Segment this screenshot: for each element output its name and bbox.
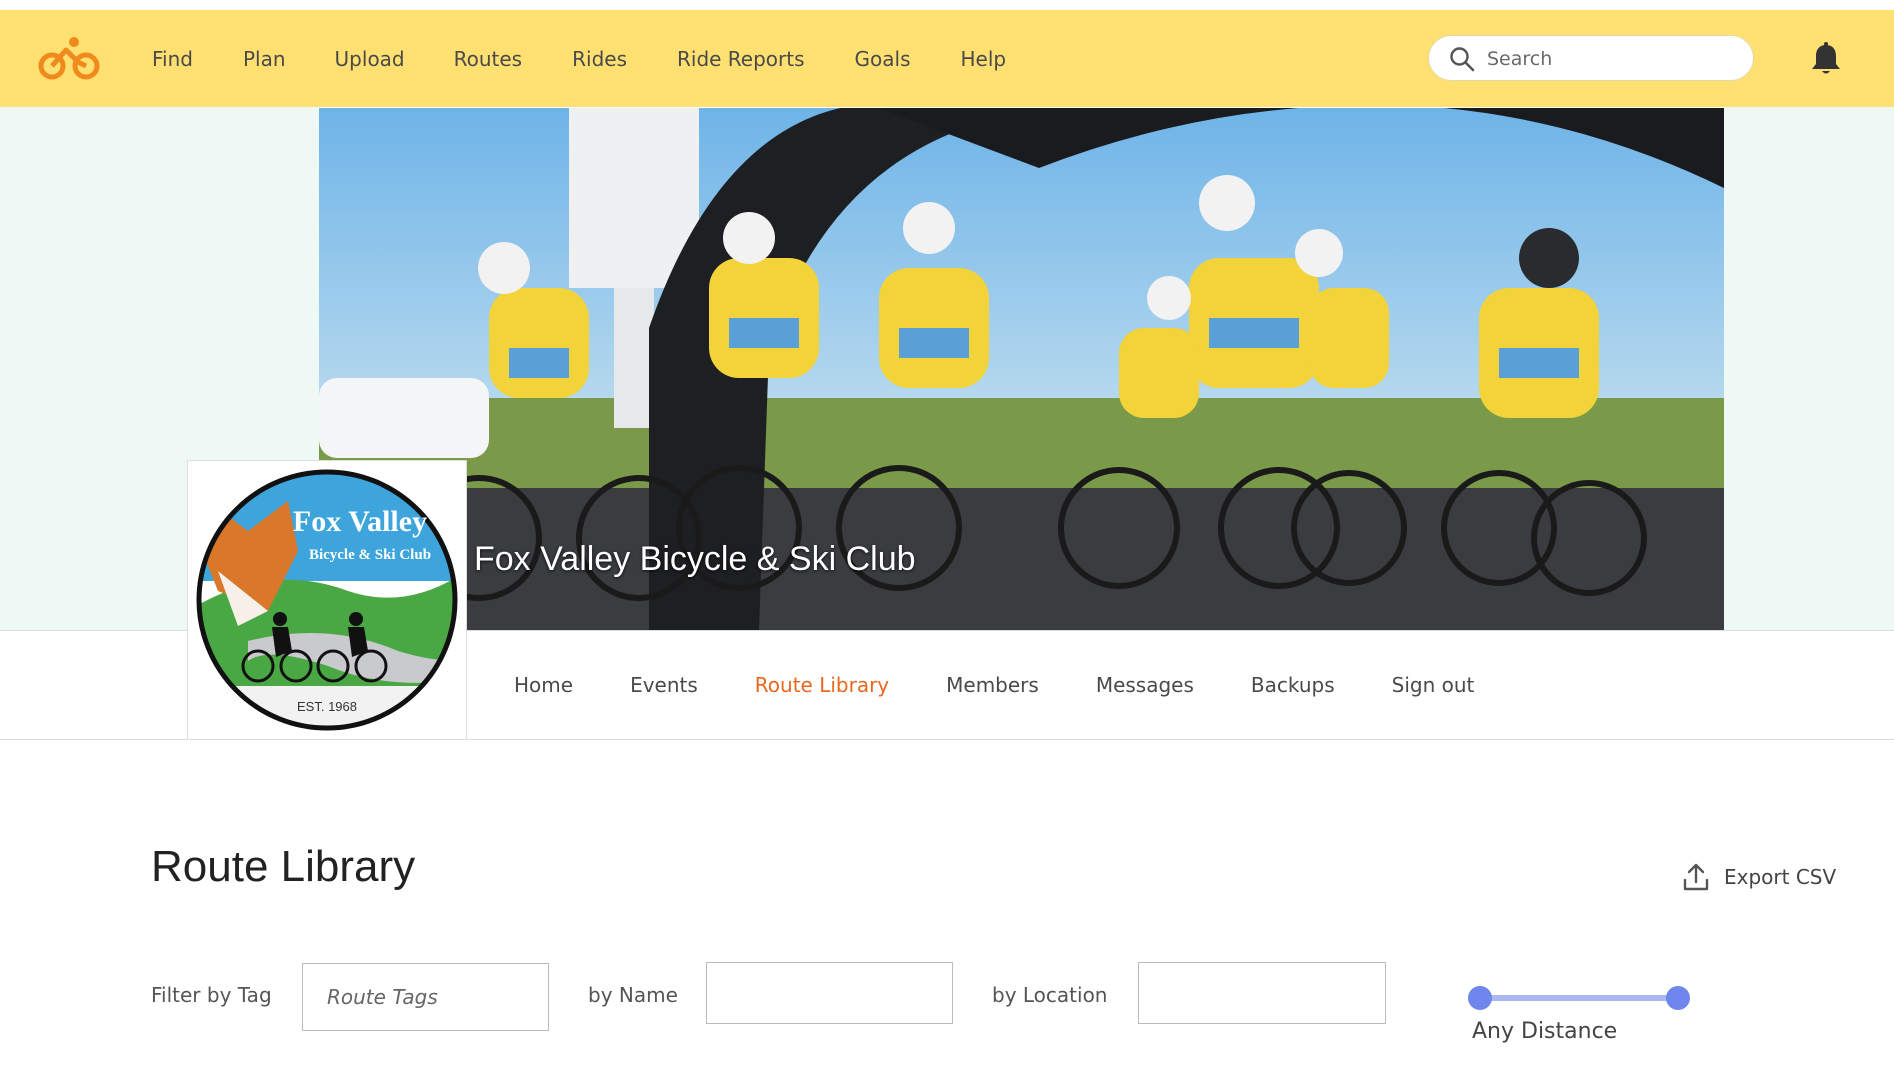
- search-input[interactable]: [1485, 44, 1739, 74]
- nav-upload[interactable]: Upload: [335, 47, 405, 71]
- export-csv-button[interactable]: Export CSV: [1682, 862, 1836, 892]
- tab-messages[interactable]: Messages: [1096, 673, 1194, 697]
- distance-slider-max-handle[interactable]: [1666, 986, 1690, 1010]
- logo-subtitle-text: Bicycle & Ski Club: [309, 547, 431, 563]
- distance-slider[interactable]: [1468, 986, 1690, 1010]
- nav-ride-reports[interactable]: Ride Reports: [677, 47, 805, 71]
- tab-events[interactable]: Events: [630, 673, 698, 697]
- club-tabs: Home Events Route Library Members Messag…: [514, 630, 1474, 740]
- cycling-logo-icon[interactable]: [38, 36, 102, 84]
- nav-routes[interactable]: Routes: [454, 47, 522, 71]
- distance-slider-track[interactable]: [1478, 995, 1680, 1001]
- location-input[interactable]: [1139, 963, 1385, 1023]
- search-icon: [1450, 47, 1475, 72]
- name-field[interactable]: [706, 962, 953, 1024]
- hero-band-right: [1723, 107, 1894, 630]
- nav-help[interactable]: Help: [960, 47, 1006, 71]
- club-logo: Fox Valley Bicycle & Ski Club EST. 1968: [187, 460, 467, 740]
- club-name: Fox Valley Bicycle & Ski Club: [474, 540, 916, 578]
- notification-bell-icon[interactable]: [1810, 42, 1842, 76]
- tab-route-library[interactable]: Route Library: [755, 673, 889, 697]
- route-tags-field[interactable]: [302, 963, 549, 1031]
- nav-find[interactable]: Find: [152, 47, 193, 71]
- main-nav: Find Plan Upload Routes Rides Ride Repor…: [130, 10, 1006, 107]
- route-tags-input[interactable]: [303, 964, 548, 1030]
- location-field[interactable]: [1138, 962, 1386, 1024]
- search-box[interactable]: [1428, 35, 1754, 81]
- tab-backups[interactable]: Backups: [1251, 673, 1335, 697]
- by-location-label: by Location: [992, 983, 1108, 1007]
- logo-est-text: EST. 1968: [297, 699, 357, 714]
- distance-slider-min-handle[interactable]: [1468, 986, 1492, 1010]
- name-input[interactable]: [707, 963, 952, 1023]
- export-csv-label: Export CSV: [1724, 865, 1837, 889]
- page-title: Route Library: [151, 842, 416, 891]
- distance-range-label: Any Distance: [1472, 1019, 1618, 1044]
- tab-home[interactable]: Home: [514, 673, 573, 697]
- nav-rides[interactable]: Rides: [572, 47, 627, 71]
- nav-goals[interactable]: Goals: [855, 47, 911, 71]
- upload-icon: [1683, 863, 1709, 891]
- logo-title-text: Fox Valley: [293, 505, 427, 538]
- top-strip: [0, 0, 1894, 10]
- tab-members[interactable]: Members: [946, 673, 1039, 697]
- nav-plan[interactable]: Plan: [243, 47, 286, 71]
- by-name-label: by Name: [588, 983, 678, 1007]
- filter-by-tag-label: Filter by Tag: [151, 983, 272, 1007]
- tab-sign-out[interactable]: Sign out: [1392, 673, 1475, 697]
